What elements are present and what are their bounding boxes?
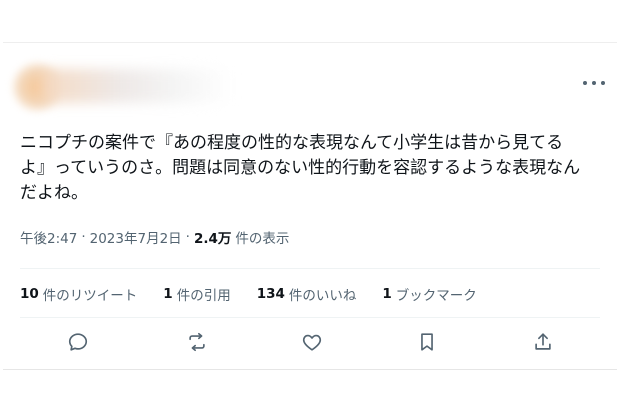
quotes-label: 件の引用 <box>176 288 231 304</box>
tweet-header <box>3 43 617 123</box>
tweet-date[interactable]: 2023年7月2日 <box>90 227 182 247</box>
divider <box>20 317 600 318</box>
bookmarks-stat[interactable]: 1 ブックマーク <box>382 284 476 304</box>
tweet-text-line: だよね。 <box>20 183 88 203</box>
action-bar <box>3 327 617 357</box>
likes-label: 件のいいね <box>288 288 357 304</box>
bookmark-icon[interactable] <box>416 331 438 353</box>
views-count[interactable]: 2.4万 <box>194 227 231 247</box>
retweets-stat[interactable]: 10 件のリツイート <box>20 284 137 304</box>
meta-separator: · <box>81 229 86 245</box>
retweet-icon[interactable] <box>186 331 208 353</box>
reply-icon[interactable] <box>67 331 89 353</box>
quotes-stat[interactable]: 1 件の引用 <box>163 284 230 304</box>
tweet-text: ニコプチの案件で『あの程度の性的な表現なんて小学生は昔から見てる よ』っていうの… <box>20 131 605 206</box>
tweet-time[interactable]: 午後2:47 <box>20 227 77 247</box>
quotes-count: 1 <box>163 286 173 302</box>
tweet-text-line: ニコプチの案件で『あの程度の性的な表現なんて小学生は昔から見てる <box>20 133 564 153</box>
divider <box>20 268 600 269</box>
tweet-meta: 午後2:47 · 2023年7月2日 · 2.4万 件の表示 <box>20 226 289 248</box>
more-horizontal-icon[interactable] <box>583 77 605 89</box>
tweet-card: ニコプチの案件で『あの程度の性的な表現なんて小学生は昔から見てる よ』っていうの… <box>3 42 617 370</box>
views-label: 件の表示 <box>235 231 290 247</box>
retweets-count: 10 <box>20 286 39 302</box>
bookmarks-label: ブックマーク <box>395 288 477 304</box>
meta-separator: · <box>185 229 190 245</box>
likes-stat[interactable]: 134 件のいいね <box>257 284 357 304</box>
likes-count: 134 <box>256 286 285 302</box>
author-name-redacted[interactable] <box>43 69 233 103</box>
engagement-stats: 10 件のリツイート 1 件の引用 134 件のいいね 1 ブックマーク <box>20 283 503 305</box>
share-icon[interactable] <box>532 331 554 353</box>
bookmarks-count: 1 <box>382 286 392 302</box>
tweet-text-line: よ』っていうのさ。問題は同意のない性的行動を容認するような表現なん <box>20 158 581 178</box>
heart-icon[interactable] <box>301 331 323 353</box>
retweets-label: 件のリツイート <box>42 288 138 304</box>
